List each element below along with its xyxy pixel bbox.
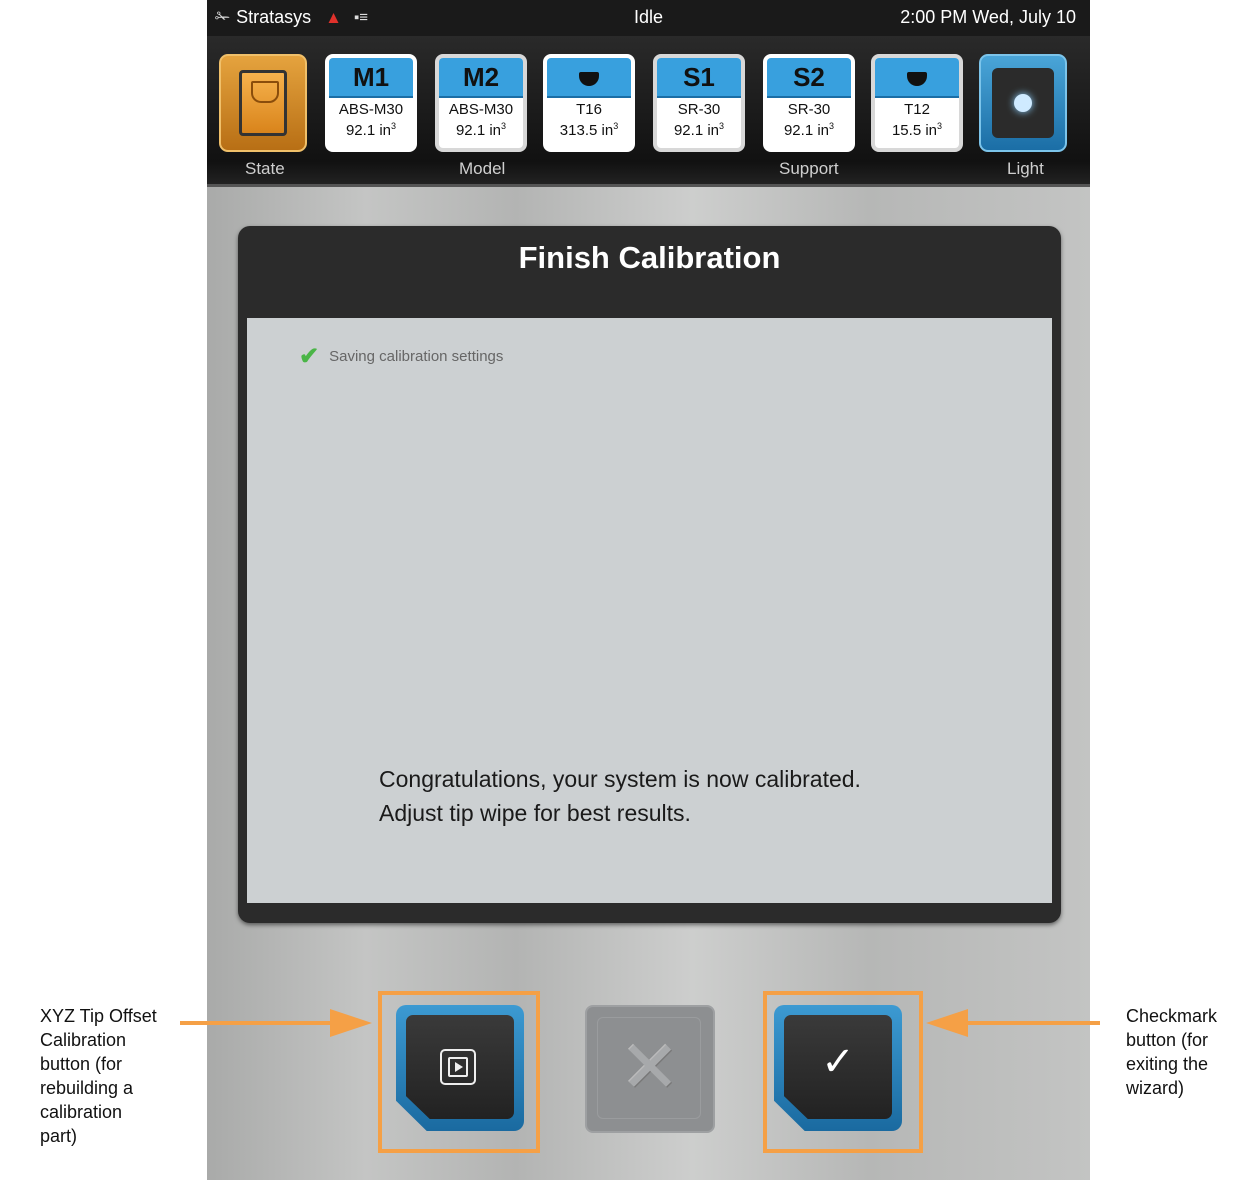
lightbulb-icon bbox=[1014, 94, 1032, 112]
close-icon: ✕ bbox=[619, 1028, 681, 1108]
callout-xyz-tip-offset: XYZ Tip Offset Calibration button (for r… bbox=[40, 1006, 157, 1146]
material-name: ABS-M30 bbox=[448, 101, 514, 118]
material-volume: 92.1 in3 bbox=[455, 121, 507, 139]
cancel-button[interactable]: ✕ bbox=[585, 1005, 715, 1133]
material-bay-s2[interactable]: S2 SR-30 92.1 in3 bbox=[763, 54, 855, 152]
callout-arrow-right bbox=[966, 1021, 1100, 1025]
callout-checkmark: Checkmark button (for exiting the wizard… bbox=[1126, 1006, 1218, 1098]
datetime: 2:00 PM Wed, July 10 bbox=[900, 7, 1076, 27]
highlight-xyz-button bbox=[378, 991, 540, 1153]
material-name: SR-30 bbox=[677, 101, 721, 118]
light-button-face bbox=[992, 68, 1054, 138]
support-label: Support bbox=[779, 159, 839, 178]
arrow-left-icon bbox=[926, 1009, 968, 1037]
material-volume: 92.1 in3 bbox=[783, 121, 835, 139]
material-bay-s1[interactable]: S1 SR-30 92.1 in3 bbox=[653, 54, 745, 152]
material-bay-m1[interactable]: M1 ABS-M30 92.1 in3 bbox=[325, 54, 417, 152]
cancel-button-face: ✕ bbox=[585, 1005, 715, 1133]
message-line-1: Congratulations, your system is now cali… bbox=[379, 766, 861, 792]
device-screen: ✁ Stratasys ▲ ▪≡ Idle 2:00 PM Wed, July … bbox=[207, 0, 1090, 1180]
status-text: Saving calibration settings bbox=[329, 348, 504, 365]
callout-arrow-left bbox=[180, 1021, 330, 1025]
bay-header bbox=[547, 58, 631, 98]
material-name: ABS-M30 bbox=[338, 101, 404, 118]
bay-header: S2 bbox=[767, 58, 851, 98]
dialog-title: Finish Calibration bbox=[518, 240, 781, 275]
material-bay-m2[interactable]: M2 ABS-M30 92.1 in3 bbox=[435, 54, 527, 152]
state-label: State bbox=[245, 159, 285, 178]
bay-header bbox=[875, 58, 959, 98]
status-bar: ✁ Stratasys ▲ ▪≡ Idle 2:00 PM Wed, July … bbox=[207, 0, 1090, 36]
bay-header: M1 bbox=[329, 58, 413, 98]
completion-message: Congratulations, your system is now cali… bbox=[379, 762, 861, 830]
material-volume: 92.1 in3 bbox=[345, 121, 397, 139]
tip-bay-support[interactable]: T12 15.5 in3 bbox=[871, 54, 963, 152]
tip-icon bbox=[907, 72, 927, 86]
tip-icon bbox=[579, 72, 599, 86]
tip-name: T16 bbox=[576, 101, 602, 118]
light-label: Light bbox=[1007, 159, 1044, 178]
dialog-body: ✔ Saving calibration settings Congratula… bbox=[247, 318, 1052, 903]
arrow-right-icon bbox=[330, 1009, 372, 1037]
material-name: SR-30 bbox=[787, 101, 831, 118]
status-row: ✔ Saving calibration settings bbox=[299, 342, 503, 371]
finish-calibration-dialog: Finish Calibration ✔ Saving calibration … bbox=[238, 226, 1061, 923]
bay-header: M2 bbox=[439, 58, 523, 98]
printer-icon bbox=[239, 70, 287, 136]
tip-volume: 15.5 in3 bbox=[891, 121, 943, 139]
material-volume: 92.1 in3 bbox=[673, 121, 725, 139]
message-line-2: Adjust tip wipe for best results. bbox=[379, 800, 691, 826]
model-label: Model bbox=[459, 159, 506, 178]
success-check-icon: ✔ bbox=[299, 343, 320, 370]
toolbar: M1 ABS-M30 92.1 in3 M2 ABS-M30 92.1 in3 … bbox=[207, 36, 1090, 187]
tip-volume: 313.5 in3 bbox=[559, 121, 619, 139]
state-button[interactable] bbox=[219, 54, 307, 152]
light-button[interactable] bbox=[979, 54, 1067, 152]
tip-bay-model[interactable]: T16 313.5 in3 bbox=[543, 54, 635, 152]
tip-name: T12 bbox=[904, 101, 930, 118]
bay-header: S1 bbox=[657, 58, 741, 98]
highlight-checkmark-button bbox=[763, 991, 923, 1153]
